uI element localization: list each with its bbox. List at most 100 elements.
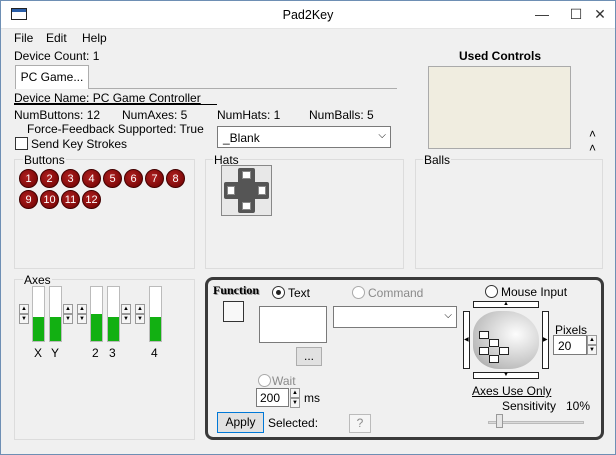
menu-file[interactable]: File [14,31,33,45]
mouse-key-2-icon [489,339,499,347]
wait-stepper[interactable]: ▲ ▼ [290,388,300,408]
axis-bar-2 [90,286,103,342]
controller-button-4[interactable]: 4 [82,169,101,188]
command-select[interactable]: ⌵ [333,306,457,328]
force-feedback-label: Force-Feedback Supported: True [27,122,204,136]
title-bar: Pad2Key — ☐ ✕ [1,1,615,29]
profile-select[interactable]: _Blank ⌵ [217,126,391,148]
text-radio[interactable] [272,286,285,299]
axis-stepper[interactable]: ▲ ▼ [135,304,145,324]
mouse-input-label: Mouse Input [501,285,568,299]
used-controls-panel [428,66,571,149]
axes-group-label: Axes [23,273,52,287]
hat-dpad [221,165,272,216]
axes-use-only-label: Axes Use Only [472,384,552,398]
menu-edit[interactable]: Edit [46,31,67,45]
chevron-down-icon: ⌵ [378,130,386,141]
wait-value: 200 [260,391,281,405]
function-preview-box [223,301,244,322]
device-name-underline [14,104,217,105]
collapse-chevron-icon[interactable]: ˄ ˄ [589,127,596,155]
axis-label-y: Y [51,346,60,360]
axis-fill [150,316,161,341]
controller-button-10[interactable]: 10 [40,190,59,209]
dpad-right-icon [258,186,266,195]
ms-label: ms [304,391,320,405]
pixels-stepper[interactable]: ▲ ▼ [587,335,597,355]
axis-stepper[interactable]: ▲ ▼ [63,304,73,324]
sensitivity-label: Sensitivity [502,399,557,413]
dpad-down-icon [242,202,251,210]
command-radio[interactable] [352,286,365,299]
controller-button-12[interactable]: 12 [82,190,101,209]
browse-button[interactable]: ... [296,347,322,366]
controller-button-3[interactable]: 3 [61,169,80,188]
controller-button-8[interactable]: 8 [166,169,185,188]
main-window: Pad2Key — ☐ ✕ File Edit Help Device Coun… [0,0,616,455]
balls-group [415,159,603,269]
function-panel: Function Text Command Mouse Input ⌵ ... … [205,277,604,440]
close-button[interactable]: ✕ [583,1,616,29]
wait-label: Wait [272,374,296,388]
mouse-key-3-icon [479,347,489,355]
mouse-input-radio[interactable] [485,285,498,298]
controller-button-5[interactable]: 5 [103,169,122,188]
text-input[interactable] [259,306,327,343]
axis-bar-3 [107,286,120,342]
tab-device-pc-game[interactable]: PC Game... [15,65,89,89]
mouse-direction-pad[interactable]: ▲ ▼ ◀ ▶ [463,301,549,379]
num-hats-label: NumHats: 1 [217,108,281,122]
axis-label-3: 3 [109,346,116,360]
text-radio-label: Text [288,286,311,300]
pixels-input[interactable]: 20 [553,335,587,355]
buttons-group-label: Buttons [23,153,66,167]
mouse-right-arrow-icon[interactable]: ▶ [542,311,549,369]
used-controls-title: Used Controls [459,49,542,63]
send-key-strokes-label: Send Key Strokes [31,137,128,151]
sensitivity-slider-thumb[interactable] [496,414,503,428]
controller-button-9[interactable]: 9 [19,190,38,209]
axis-fill [108,316,119,341]
menu-help[interactable]: Help [82,31,107,45]
window-title: Pad2Key [282,8,334,22]
axis-fill [91,314,102,341]
mouse-key-4-icon [499,347,509,355]
mouse-key-5-icon [489,355,499,363]
axis-stepper[interactable]: ▲ ▼ [19,304,29,324]
axis-stepper[interactable]: ▲ ▼ [77,304,87,324]
selected-value: ? [349,414,371,433]
tab-divider [89,88,397,89]
send-key-strokes-checkbox[interactable] [15,137,28,150]
axis-fill [50,316,61,341]
axis-bar-x [32,286,45,342]
axis-label-x: X [34,346,43,360]
minimize-button[interactable]: — [525,1,559,29]
menu-bar: File Edit Help [1,29,615,47]
axis-fill [33,316,44,341]
axis-stepper[interactable]: ▲ ▼ [121,304,131,324]
pixels-value: 20 [558,339,572,353]
controller-button-2[interactable]: 2 [40,169,59,188]
device-count-label: Device Count: 1 [14,49,100,63]
function-title: Function [213,283,260,297]
num-axes-label: NumAxes: 5 [122,108,188,122]
controller-button-7[interactable]: 7 [145,169,164,188]
balls-group-label: Balls [423,153,452,167]
device-name-label: Device Name: PC Game Controller [14,91,201,105]
mouse-up-arrow-icon[interactable]: ▲ [473,301,539,308]
controller-button-1[interactable]: 1 [19,169,38,188]
mouse-icon [473,311,539,369]
mouse-down-arrow-icon[interactable]: ▼ [473,372,539,379]
mouse-left-arrow-icon[interactable]: ◀ [463,311,470,369]
command-radio-label: Command [368,286,424,300]
profile-select-value: _Blank [223,131,260,145]
dpad-up-icon [242,171,251,179]
controller-button-6[interactable]: 6 [124,169,143,188]
axis-bar-4 [149,286,162,342]
axis-label-2: 2 [92,346,99,360]
controller-button-11[interactable]: 11 [61,190,80,209]
wait-input[interactable]: 200 [256,388,289,407]
apply-button[interactable]: Apply [217,412,264,433]
mouse-key-1-icon [479,331,489,339]
wait-radio[interactable] [258,374,271,387]
